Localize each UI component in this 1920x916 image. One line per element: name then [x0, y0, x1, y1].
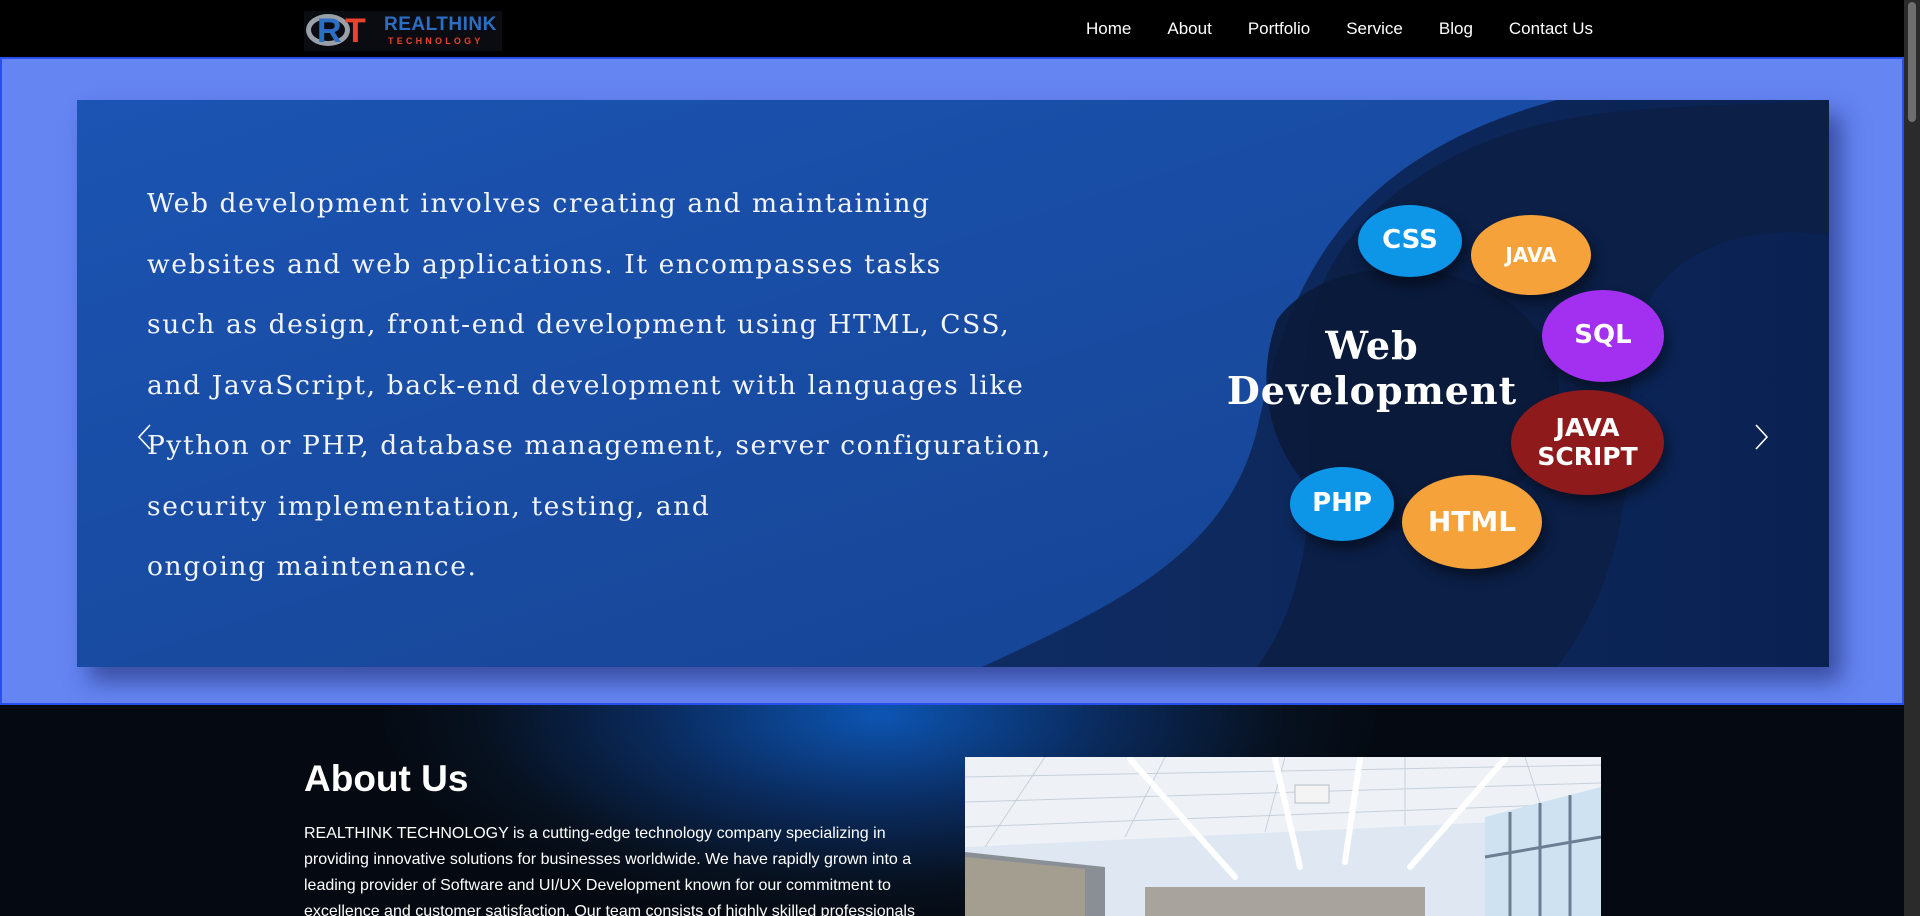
- sql-bubble-label: SQL: [1574, 320, 1632, 351]
- nav-item-blog: Blog: [1439, 19, 1473, 39]
- sql-bubble: SQL: [1542, 290, 1664, 382]
- nav-link-contact-us[interactable]: Contact Us: [1509, 19, 1593, 38]
- java-bubble: JAVA: [1471, 215, 1591, 295]
- office-illustration: [965, 757, 1601, 916]
- html-bubble: HTML: [1402, 475, 1542, 569]
- php-bubble-label: PHP: [1312, 488, 1372, 519]
- web-development-title: Web Development: [1226, 323, 1518, 413]
- php-bubble: PHP: [1290, 467, 1394, 541]
- main-nav: Home About Portfolio Service Blog Contac…: [1086, 0, 1593, 57]
- nav-item-contact: Contact Us: [1509, 19, 1593, 39]
- css-bubble: CSS: [1358, 205, 1462, 277]
- scrollbar-thumb[interactable]: [1908, 2, 1916, 122]
- nav-link-about[interactable]: About: [1167, 19, 1211, 38]
- logo-wordmark: REALTHINK TECHNOLOGY: [384, 15, 497, 47]
- nav-link-home[interactable]: Home: [1086, 19, 1131, 38]
- navbar: R T REALTHINK TECHNOLOGY Home About Port…: [0, 0, 1904, 57]
- html-bubble-label: HTML: [1427, 504, 1517, 538]
- nav-item-about: About: [1167, 19, 1211, 39]
- logo-letter-t: T: [345, 12, 366, 50]
- chevron-left-icon: [137, 424, 151, 450]
- about-description: REALTHINK TECHNOLOGY is a cutting-edge t…: [304, 825, 915, 916]
- logo-letter-r: R: [317, 12, 342, 50]
- carousel-prev-button[interactable]: [136, 423, 152, 451]
- nav-item-home: Home: [1086, 19, 1131, 39]
- page-scrollbar[interactable]: [1904, 0, 1920, 916]
- nav-link-blog[interactable]: Blog: [1439, 19, 1473, 38]
- nav-item-portfolio: Portfolio: [1248, 19, 1310, 39]
- hero-description: Web development involves creating and ma…: [147, 188, 1052, 582]
- office-photo: [965, 757, 1601, 916]
- java-bubble-label: JAVA: [1505, 242, 1557, 267]
- logo-subtitle: TECHNOLOGY: [388, 36, 484, 46]
- about-section: About Us REALTHINK TECHNOLOGY is a cutti…: [0, 705, 1904, 916]
- logo-mark: R T: [304, 11, 382, 51]
- javascript-bubble: JAVA SCRIPT: [1511, 390, 1664, 495]
- css-bubble-label: CSS: [1382, 225, 1438, 256]
- about-title: About Us: [304, 758, 469, 799]
- chevron-right-icon: [1755, 424, 1769, 450]
- hero-carousel: Web development involves creating and ma…: [0, 57, 1904, 738]
- nav-item-service: Service: [1346, 19, 1403, 39]
- nav-link-service[interactable]: Service: [1346, 19, 1403, 38]
- brand-logo[interactable]: R T REALTHINK TECHNOLOGY: [304, 11, 502, 51]
- logo-name: REALTHINK: [384, 14, 497, 35]
- javascript-bubble-label: JAVA SCRIPT: [1537, 412, 1638, 471]
- carousel-slide: Web development involves creating and ma…: [77, 100, 1829, 667]
- nav-link-portfolio[interactable]: Portfolio: [1248, 19, 1310, 38]
- carousel-next-button[interactable]: [1754, 423, 1770, 451]
